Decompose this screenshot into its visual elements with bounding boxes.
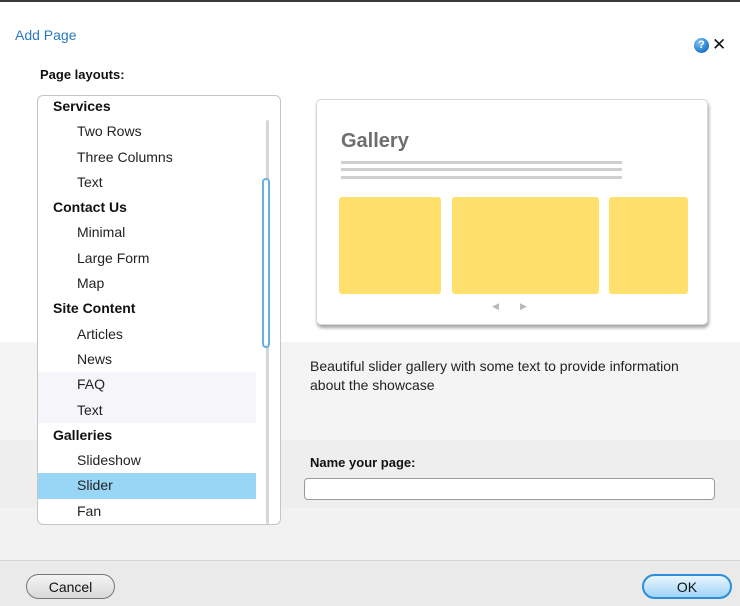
close-icon[interactable]: ✕ [712,34,726,56]
layout-row: Galleries [53,426,113,443]
preview-title: Gallery [341,130,409,152]
page-layouts-label: Page layouts: [40,67,125,82]
preview-gallery-tile [339,197,441,294]
layout-description: Beautiful slider gallery with some text … [310,358,679,393]
layout-row[interactable]: Slideshow [38,448,256,473]
layout-row: Services [53,98,111,114]
preview-arrow-right-icon: ▶ [520,301,527,311]
ok-button[interactable]: OK [642,574,732,599]
layout-row[interactable]: Map [38,271,256,296]
layout-row: Contact Us [53,199,127,216]
layout-row[interactable]: Two Rows [38,119,256,144]
layout-row[interactable]: Large Form [38,246,256,271]
layout-row[interactable]: Fan [38,499,256,524]
preview-gallery-tile [609,197,688,294]
layout-row[interactable]: News [38,347,256,372]
page-layouts-list-items: Services Two Rows Three Columns Text Con… [38,96,256,524]
page-name-input[interactable] [304,478,715,500]
preview-text-line [341,168,622,171]
window-top-border [0,0,740,14]
help-icon[interactable]: ? [694,38,709,53]
page-name-label: Name your page: [310,455,416,470]
preview-text-line [341,176,622,179]
layout-row: Site Content [53,300,136,317]
cancel-button[interactable]: Cancel [26,574,115,599]
preview-arrow-left-icon: ◀ [492,301,499,311]
dialog-titlebar: Add Page ? ✕ [0,14,740,54]
layout-row[interactable]: Text [38,170,256,195]
preview-text-line [341,161,622,164]
layout-row[interactable]: Three Columns [38,145,256,170]
layout-row[interactable]: Articles [38,322,256,347]
layout-row[interactable]: FAQ [38,372,256,398]
layout-row[interactable]: Minimal [38,220,256,245]
layout-row[interactable]: Slider [38,473,256,499]
preview-gallery-tile [452,197,599,294]
layout-row[interactable]: Text [38,397,256,423]
layout-preview: Gallery ◀ ▶ [316,99,708,325]
page-layouts-list[interactable]: Services Two Rows Three Columns Text Con… [37,95,281,525]
list-scrollbar-thumb[interactable] [262,178,270,348]
dialog-title: Add Page [15,27,77,43]
